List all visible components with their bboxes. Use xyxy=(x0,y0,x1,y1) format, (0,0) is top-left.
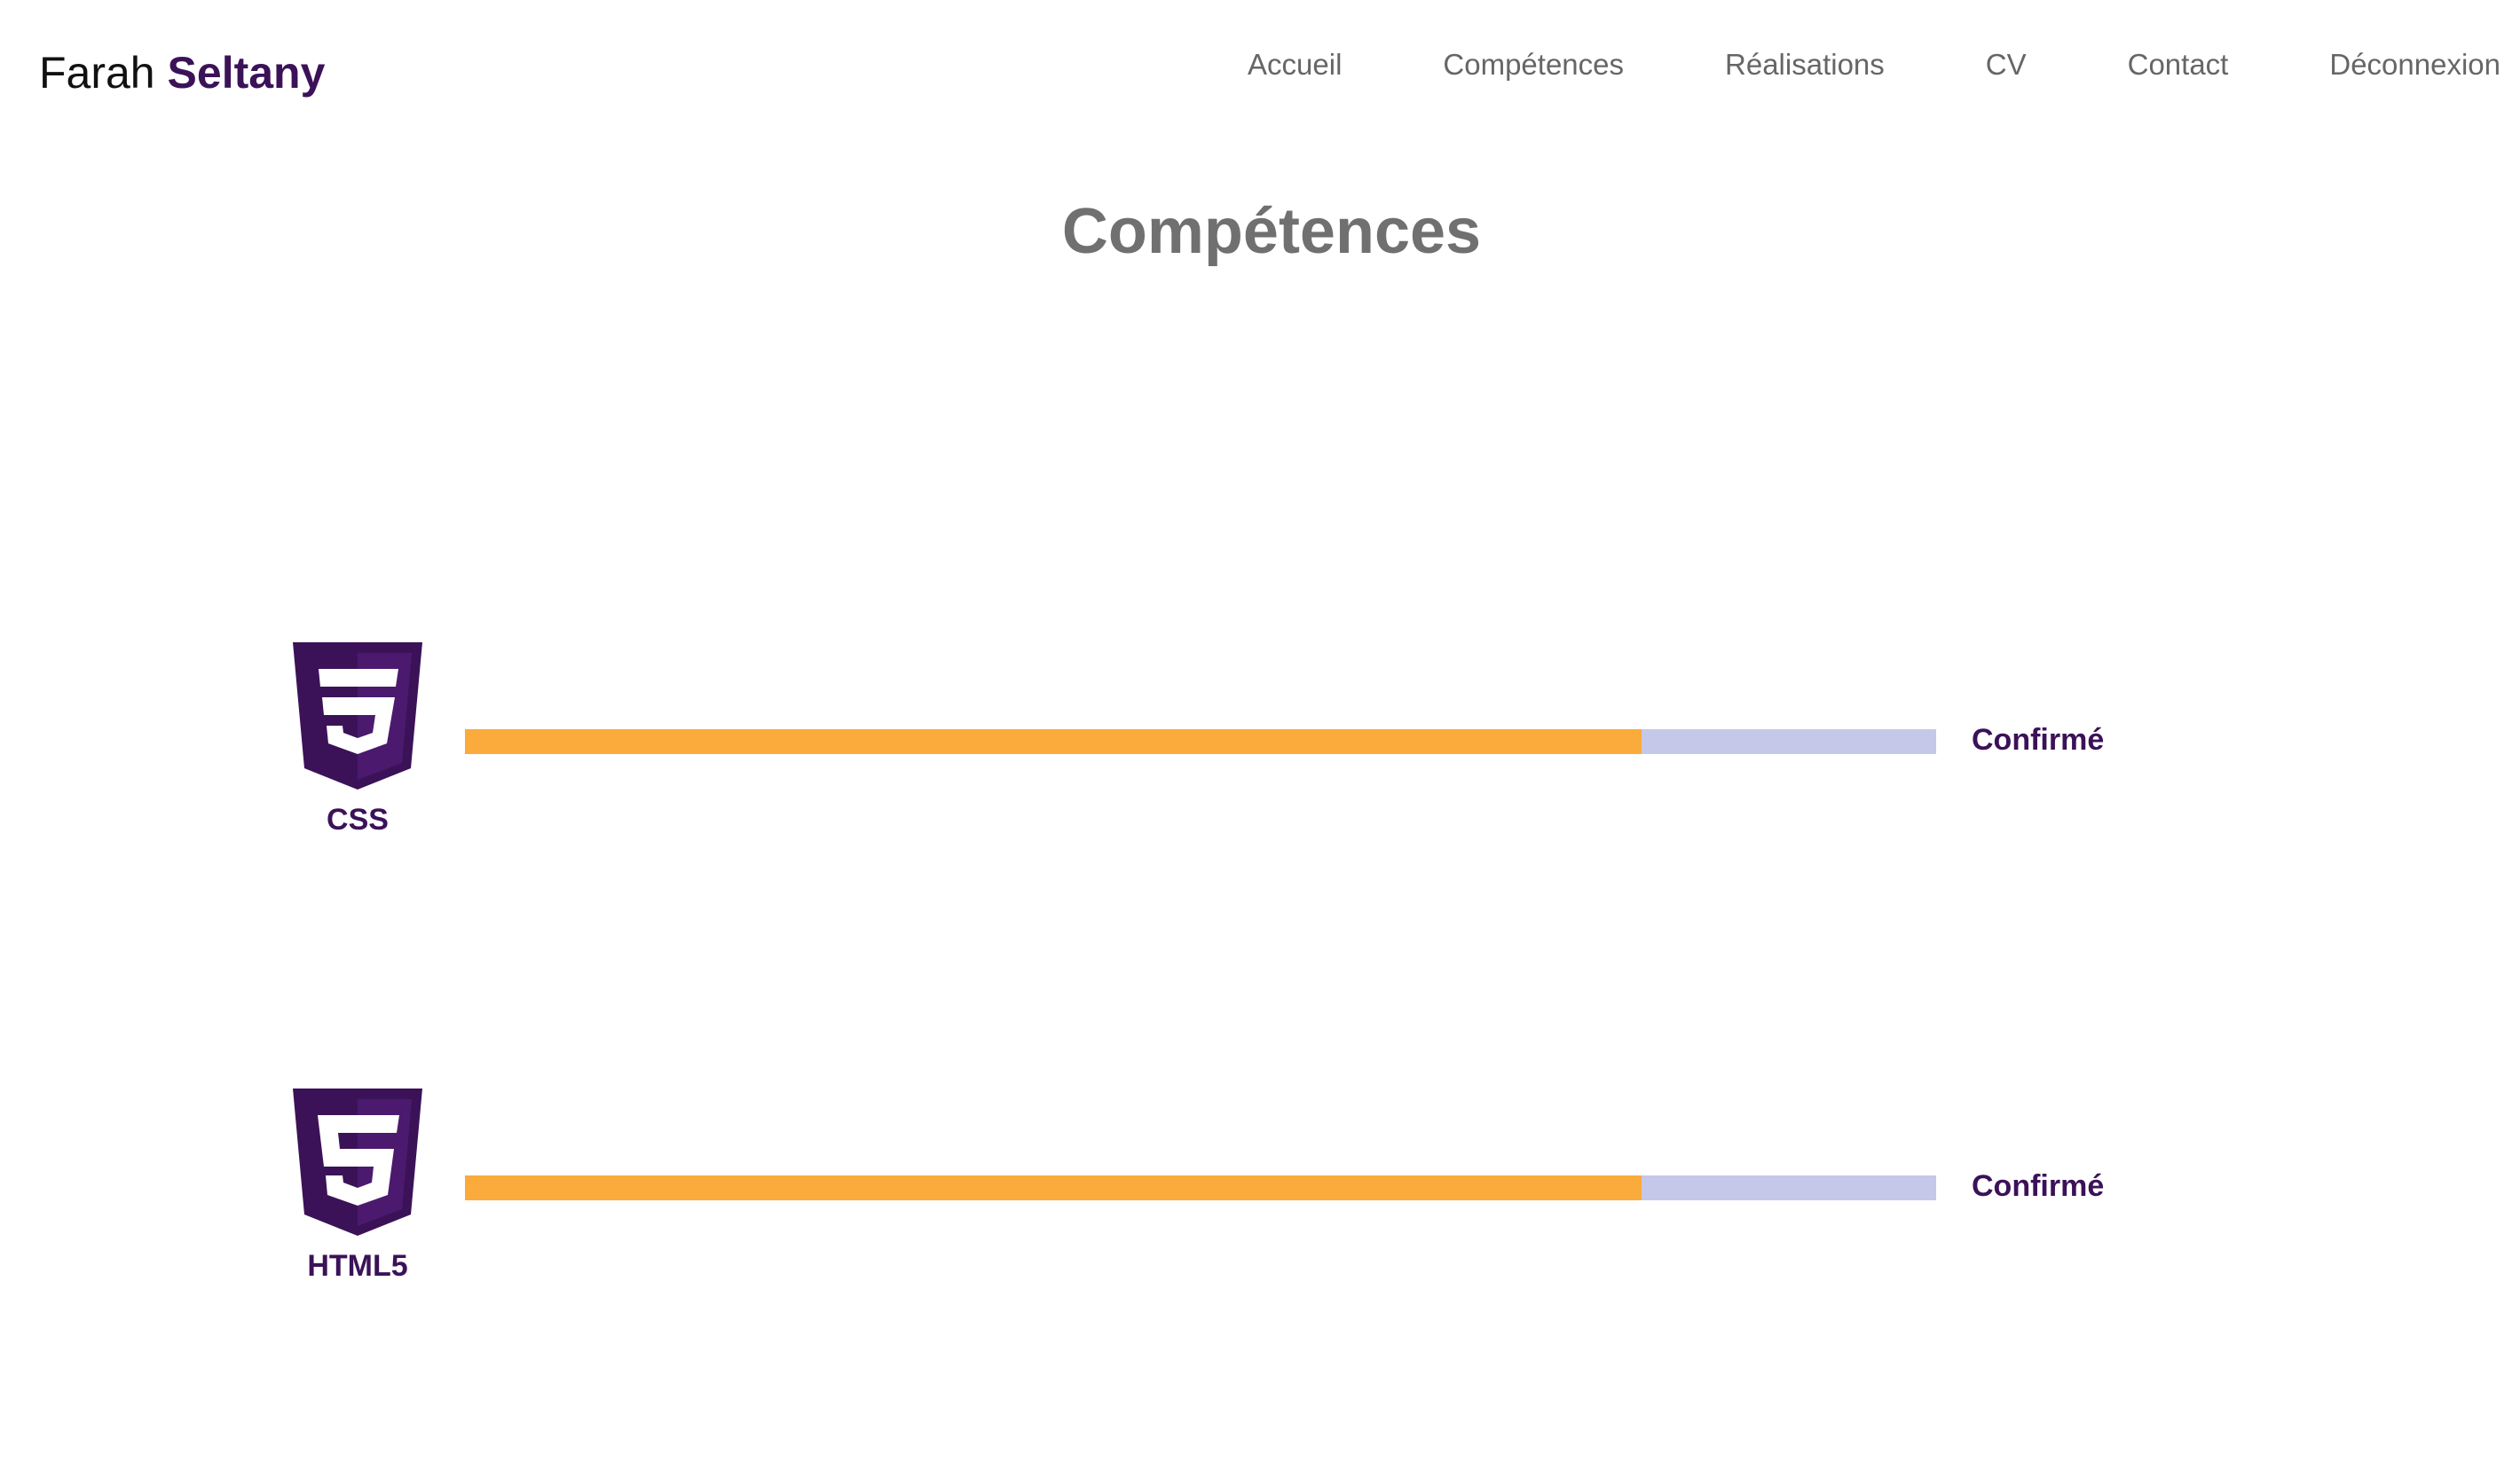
skill-row-html5: HTML5 Confirmé xyxy=(0,1089,2520,1319)
skill-name: CSS xyxy=(327,803,389,837)
html5-icon xyxy=(293,1089,422,1236)
css3-icon xyxy=(293,642,422,790)
nav-item-contact[interactable]: Contact xyxy=(2128,43,2229,87)
skill-row-css: CSS Confirmé xyxy=(0,642,2520,873)
nav-item-cv[interactable]: CV xyxy=(1986,43,2027,87)
skill-progress-fill xyxy=(465,1175,1642,1200)
nav-item-deconnexion[interactable]: Déconnexion xyxy=(2329,43,2500,87)
nav-item-competences[interactable]: Compétences xyxy=(1443,43,1624,87)
skill-progress-fill xyxy=(465,729,1642,754)
skill-progress-bar xyxy=(465,1175,1936,1200)
brand-first-name: Farah xyxy=(39,48,155,98)
main-nav: Accueil Compétences Réalisations CV Cont… xyxy=(1248,43,2500,87)
skill-name: HTML5 xyxy=(307,1249,408,1283)
nav-item-realisations[interactable]: Réalisations xyxy=(1725,43,1885,87)
brand-last-name: Seltany xyxy=(167,48,326,98)
page-title: Compétences xyxy=(1061,196,1482,267)
skill-progress-bar xyxy=(465,729,1936,754)
skill-level: Confirmé xyxy=(1972,1169,2105,1203)
site-logo[interactable]: Farah Seltany xyxy=(39,44,325,101)
nav-item-accueil[interactable]: Accueil xyxy=(1248,43,1342,87)
skill-level: Confirmé xyxy=(1972,723,2105,757)
